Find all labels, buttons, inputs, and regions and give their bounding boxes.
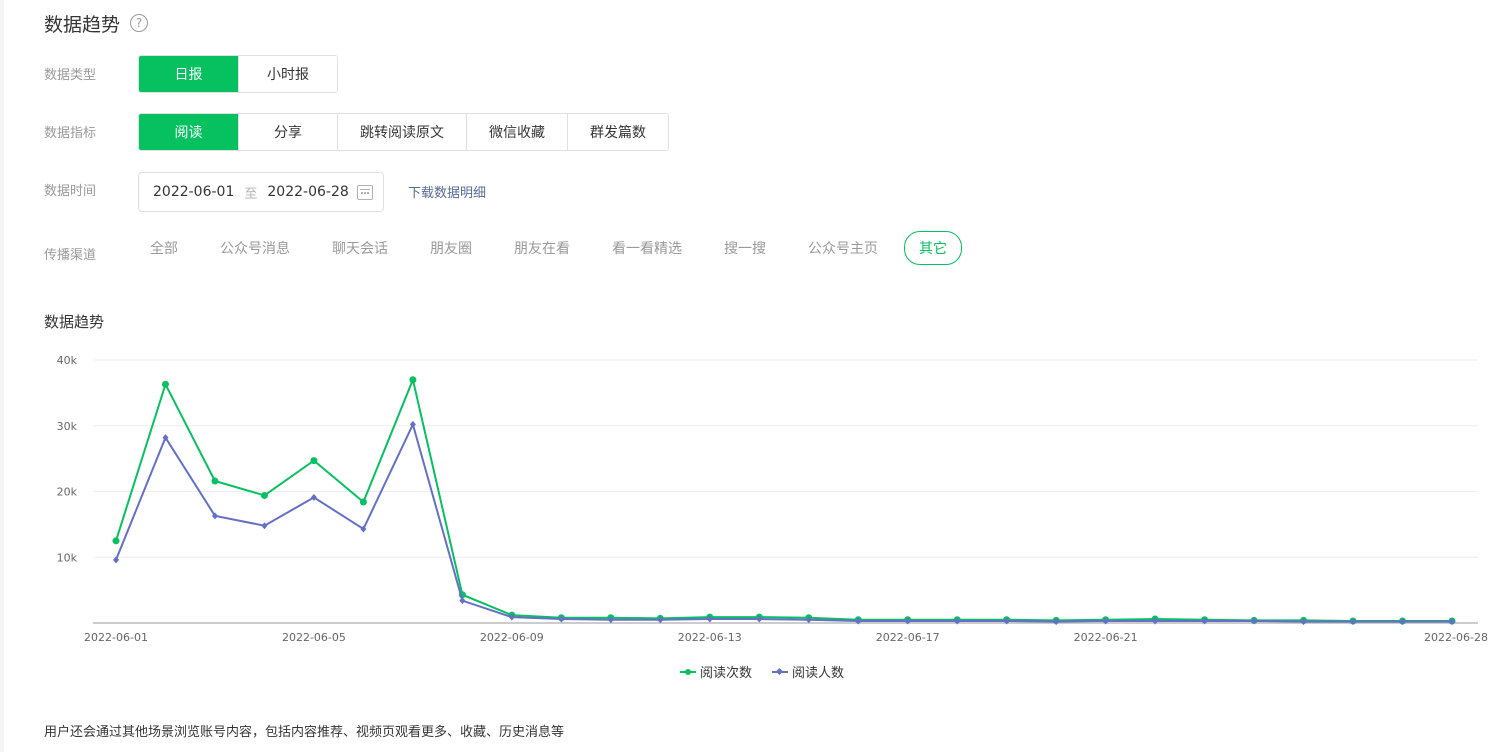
data-point — [359, 498, 367, 506]
calendar-icon[interactable] — [357, 185, 373, 200]
x-tick-label: 2022-06-21 — [1074, 631, 1138, 644]
channel-tabs: 全部 公众号消息 聊天会话 朋友圈 朋友在看 看一看精选 搜一搜 公众号主页 其… — [150, 231, 1004, 265]
footnote: 用户还会通过其他场景浏览账号内容，包括内容推荐、视频页观看更多、收藏、历史消息等 — [44, 725, 565, 740]
data-type-option-hourly[interactable]: 小时报 — [238, 56, 337, 92]
data-type-label: 数据类型 — [44, 68, 97, 83]
x-tick-label: 2022-06-09 — [480, 631, 544, 644]
data-point — [409, 376, 417, 384]
channel-moments[interactable]: 朋友圈 — [430, 238, 472, 258]
channel-account-home[interactable]: 公众号主页 — [808, 238, 878, 258]
channel-search[interactable]: 搜一搜 — [724, 238, 766, 258]
channel-other[interactable]: 其它 — [904, 231, 962, 265]
data-point — [459, 597, 466, 605]
x-tick-label: 2022-06-01 — [84, 631, 148, 644]
metric-label: 数据指标 — [44, 126, 97, 141]
date-range-picker[interactable]: 2022-06-01 至 2022-06-28 — [138, 172, 384, 212]
download-detail-link[interactable]: 下载数据明细 — [408, 182, 486, 201]
time-label: 数据时间 — [44, 184, 97, 199]
channel-label: 传播渠道 — [44, 248, 97, 263]
chart-title: 数据趋势 — [44, 313, 105, 331]
metric-option-share[interactable]: 分享 — [238, 114, 337, 150]
legend-circle-icon — [680, 667, 696, 677]
x-tick-label: 2022-06-28 — [1424, 631, 1488, 644]
channel-friends-watching[interactable]: 朋友在看 — [514, 238, 570, 258]
legend-label: 阅读人数 — [792, 666, 845, 681]
data-point — [112, 537, 120, 545]
channel-chat[interactable]: 聊天会话 — [332, 238, 388, 258]
metric-segment: 阅读 分享 跳转阅读原文 微信收藏 群发篇数 — [138, 113, 669, 151]
legend-label: 阅读次数 — [700, 666, 753, 681]
y-tick-label: 10k — [57, 551, 78, 564]
metric-option-read[interactable]: 阅读 — [139, 114, 238, 150]
data-point — [261, 522, 268, 530]
legend-item-reads[interactable]: 阅读次数 — [680, 662, 752, 681]
y-tick-label: 40k — [57, 354, 78, 367]
metric-option-mass-posts[interactable]: 群发篇数 — [567, 114, 668, 150]
data-type-segment: 日报 小时报 — [138, 55, 338, 93]
series-line-readers — [115, 421, 1452, 623]
channel-top-stories[interactable]: 看一看精选 — [612, 238, 682, 258]
date-start: 2022-06-01 — [153, 184, 235, 200]
metric-option-wechat-favorite[interactable]: 微信收藏 — [466, 114, 567, 150]
channel-all[interactable]: 全部 — [150, 238, 178, 258]
legend-diamond-icon — [772, 667, 789, 677]
metric-option-read-original[interactable]: 跳转阅读原文 — [337, 114, 466, 150]
date-separator: 至 — [244, 186, 258, 202]
legend-item-readers[interactable]: 阅读人数 — [772, 662, 844, 681]
y-tick-label: 20k — [57, 486, 78, 499]
channel-official-message[interactable]: 公众号消息 — [220, 238, 290, 258]
series-line-reads — [115, 376, 1452, 623]
question-circle-icon[interactable]: ? — [130, 14, 149, 32]
page: 数据趋势 ? 数据类型 日报 小时报 数据指标 阅读 分享 跳转阅读原文 微信收… — [0, 0, 1510, 752]
x-tick-label: 2022-06-05 — [282, 631, 346, 644]
data-point — [161, 380, 169, 388]
x-tick-label: 2022-06-17 — [876, 631, 940, 644]
x-tick-label: 2022-06-13 — [678, 631, 742, 644]
date-end: 2022-06-28 — [267, 184, 349, 200]
data-point — [211, 477, 219, 485]
chart-legend: 阅读次数 阅读人数 — [680, 662, 864, 681]
y-tick-label: 30k — [57, 420, 78, 433]
data-type-option-daily[interactable]: 日报 — [139, 56, 238, 92]
trend-line-chart: 10k 20k 30k 40k 2022-06-01 2022-06-05 2022-06-… — [57, 354, 1488, 644]
page-title: 数据趋势 — [44, 13, 121, 36]
header: 数据趋势 ? — [44, 8, 149, 38]
data-point — [260, 491, 268, 499]
data-point — [310, 457, 318, 465]
